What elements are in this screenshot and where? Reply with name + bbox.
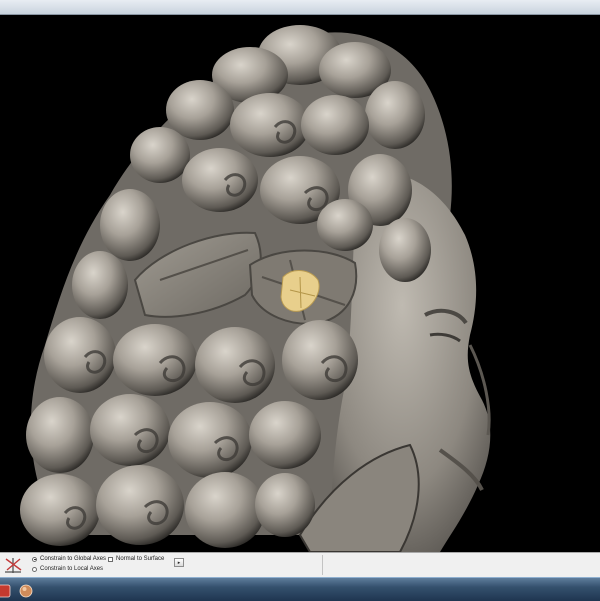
constrain-local-radio[interactable] bbox=[32, 566, 37, 572]
constrain-global-option[interactable]: Constrain to Global Axes bbox=[32, 556, 106, 562]
3d-viewport[interactable] bbox=[0, 15, 600, 552]
play-arrow-icon: ▸ bbox=[177, 559, 181, 566]
constrain-global-label: Constrain to Global Axes bbox=[40, 556, 107, 562]
taskbar bbox=[0, 577, 600, 601]
normal-to-surface-label: Normal to Surface bbox=[116, 556, 165, 562]
transform-options-bar: Constrain to Global Axes Constrain to Lo… bbox=[0, 552, 600, 577]
divider bbox=[322, 555, 323, 575]
normal-to-surface-option[interactable]: Normal to Surface bbox=[108, 556, 164, 562]
sculpture-bust-icon bbox=[20, 25, 491, 552]
expand-options-button[interactable]: ▸ bbox=[174, 558, 184, 567]
app-icon-red[interactable] bbox=[0, 584, 11, 598]
constrain-local-option[interactable]: Constrain to Local Axes bbox=[32, 566, 103, 572]
normal-to-surface-checkbox[interactable] bbox=[108, 556, 113, 562]
app-icon-orb[interactable] bbox=[19, 584, 33, 598]
transform-axes-icon[interactable] bbox=[2, 555, 24, 575]
constrain-local-label: Constrain to Local Axes bbox=[40, 566, 104, 572]
window-title-strip bbox=[0, 0, 600, 15]
constrain-global-radio[interactable] bbox=[32, 556, 37, 562]
